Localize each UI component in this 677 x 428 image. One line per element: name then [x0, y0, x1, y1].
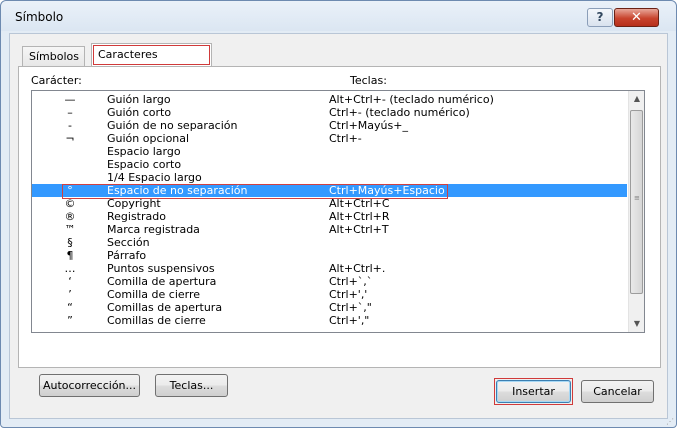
list-item[interactable]: ‘ Comilla de apertura Ctrl+`,` — [32, 275, 627, 288]
shortcut-keys: Alt+Ctrl+R — [329, 210, 390, 223]
insert-button[interactable]: Insertar — [496, 380, 571, 403]
list-item[interactable]: ” Comillas de cierre Ctrl+'," — [32, 314, 627, 327]
list-item[interactable]: Espacio largo — [32, 145, 627, 158]
tab-symbols[interactable]: Símbolos — [22, 46, 85, 67]
scroll-up-arrow-icon[interactable]: ▲ — [629, 91, 644, 107]
shortcut-keys: Ctrl+'," — [329, 314, 370, 327]
character-name: Espacio largo — [107, 145, 181, 158]
character-column-header: Carácter: — [31, 74, 82, 87]
character-glyph: ¬ — [65, 132, 75, 145]
shortcut-keys: Alt+Ctrl+. — [329, 262, 386, 275]
character-name: Marca registrada — [107, 223, 200, 236]
dialog-client-area: Símbolos Caracteres especiales Carácter:… — [9, 33, 668, 419]
character-glyph: ¶ — [66, 249, 74, 262]
list-item[interactable]: Espacio corto — [32, 158, 627, 171]
shortcut-keys: Ctrl+Mayús+_ — [329, 119, 408, 132]
title-bar[interactable]: Símbolo ? ✕ — [1, 1, 676, 31]
character-glyph: ® — [64, 210, 76, 223]
list-item[interactable]: “ Comillas de apertura Ctrl+`," — [32, 301, 627, 314]
shortcut-keys: Ctrl+`,` — [329, 275, 373, 288]
character-glyph: ™ — [64, 223, 76, 236]
character-name: Guión corto — [107, 106, 172, 119]
character-name: Comilla de apertura — [107, 275, 217, 288]
character-name: Sección — [107, 236, 150, 249]
window-title: Símbolo — [15, 10, 64, 24]
list-item[interactable]: ’ Comilla de cierre Ctrl+',' — [32, 288, 627, 301]
character-name: Registrado — [107, 210, 166, 223]
character-name: Comillas de cierre — [107, 314, 206, 327]
character-glyph: … — [64, 262, 76, 275]
autocorrect-button[interactable]: Autocorrección... — [39, 374, 140, 397]
character-name: Guión opcional — [107, 132, 190, 145]
character-glyph: ° — [67, 184, 73, 197]
list-item[interactable]: ™ Marca registrada Alt+Ctrl+T — [32, 223, 627, 236]
shortcut-keys: Ctrl+Mayús+Espacio — [329, 184, 445, 197]
character-name: Copyright — [107, 197, 161, 210]
special-characters-panel: Carácter: Teclas: — Guión largo Alt+Ctrl+-… — [18, 66, 661, 397]
list-item[interactable]: ® Registrado Alt+Ctrl+R — [32, 210, 627, 223]
character-glyph: © — [64, 197, 76, 210]
character-glyph: § — [67, 236, 73, 249]
character-name: Comilla de cierre — [107, 288, 201, 301]
cancel-button[interactable]: Cancelar — [581, 380, 654, 403]
keys-column-header: Teclas: — [350, 74, 387, 87]
grip-icon: ≡ — [634, 194, 640, 202]
character-glyph: ” — [67, 314, 73, 327]
list-item[interactable]: – Guión corto Ctrl+- (teclado numérico) — [32, 106, 627, 119]
character-glyph: ‑ — [68, 119, 72, 132]
scroll-down-arrow-icon[interactable]: ▼ — [629, 316, 644, 332]
list-item[interactable]: 1/4 Espacio largo — [32, 171, 627, 184]
vertical-scrollbar[interactable]: ▲ ≡ ▼ — [628, 91, 644, 332]
shortcut-keys: Ctrl+- — [329, 132, 362, 145]
character-name: Espacio corto — [107, 158, 182, 171]
shortcut-keys: Ctrl+`," — [329, 301, 372, 314]
list-item[interactable]: ° Espacio de no separación Ctrl+Mayús+Espa… — [32, 184, 627, 199]
help-button[interactable]: ? — [587, 8, 613, 27]
list-item[interactable]: § Sección — [32, 236, 627, 249]
symbol-dialog: Símbolo ? ✕ Símbolos Caracteres especial… — [0, 0, 677, 428]
character-glyph: — — [64, 93, 76, 106]
list-rows: — Guión largo Alt+Ctrl+- (teclado numérico… — [32, 93, 627, 327]
character-name: Párrafo — [107, 249, 147, 262]
character-name: Guión de no separación — [107, 119, 238, 132]
shortcut-keys: Alt+Ctrl+C — [329, 197, 390, 210]
tab-special-characters[interactable]: Caracteres especiales — [91, 43, 212, 83]
character-name: Comillas de apertura — [107, 301, 223, 314]
character-name: Espacio de no separación — [107, 184, 248, 197]
list-item[interactable]: — Guión largo Alt+Ctrl+- (teclado numérico… — [32, 93, 627, 106]
character-glyph: ‘ — [68, 275, 72, 288]
scroll-thumb[interactable]: ≡ — [630, 110, 643, 294]
list-item[interactable]: © Copyright Alt+Ctrl+C — [32, 197, 627, 210]
list-item[interactable]: ¶ Párrafo — [32, 249, 627, 262]
list-item[interactable]: ‑ Guión de no separación Ctrl+Mayús+_ — [32, 119, 627, 132]
shortcut-keys: Alt+Ctrl+T — [329, 223, 389, 236]
shortcut-keys: Ctrl+- (teclado numérico) — [329, 106, 470, 119]
shortcut-keys: Ctrl+',' — [329, 288, 368, 301]
shortcut-keys-button[interactable]: Teclas... — [155, 374, 228, 397]
list-item[interactable]: … Puntos suspensivos Alt+Ctrl+. — [32, 262, 627, 275]
special-characters-list[interactable]: — Guión largo Alt+Ctrl+- (teclado numérico… — [31, 90, 645, 333]
list-item[interactable]: ¬ Guión opcional Ctrl+- — [32, 132, 627, 145]
character-glyph: – — [67, 106, 73, 119]
shortcut-keys: Alt+Ctrl+- (teclado numérico) — [329, 93, 494, 106]
character-name: 1/4 Espacio largo — [107, 171, 202, 184]
character-name: Guión largo — [107, 93, 171, 106]
character-name: Puntos suspensivos — [107, 262, 215, 275]
close-button[interactable]: ✕ — [614, 8, 659, 27]
resize-grip-icon[interactable]: ⋰ — [666, 417, 674, 426]
character-glyph: ’ — [68, 288, 72, 301]
character-glyph: “ — [67, 301, 73, 314]
